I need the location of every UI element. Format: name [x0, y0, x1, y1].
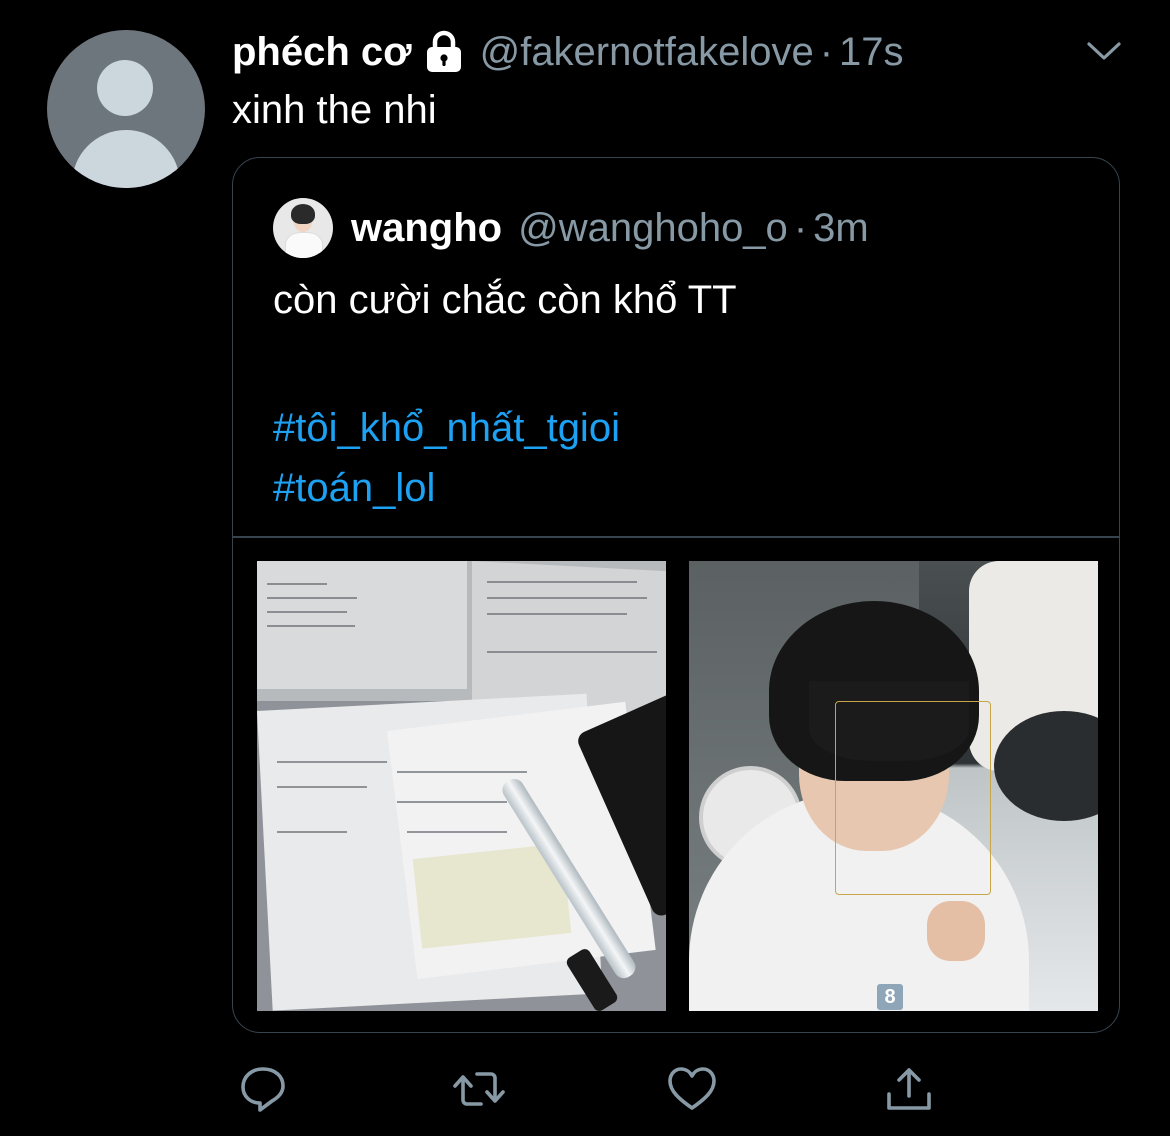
user-handle[interactable]: @fakernotfakelove [480, 30, 814, 75]
media-photo-study-desk[interactable] [257, 561, 666, 1011]
photo-badge: 8 [877, 984, 903, 1010]
text-line [487, 581, 637, 583]
text-line [267, 611, 347, 613]
lock-icon [424, 30, 464, 74]
quoted-display-name[interactable]: wangho [351, 206, 502, 251]
handwriting-line [407, 831, 507, 833]
separator-dot: · [819, 29, 834, 74]
tweet-timestamp[interactable]: 17s [839, 30, 904, 75]
handwriting-line [397, 801, 507, 803]
tweet-text: xinh the nhi [232, 88, 437, 132]
quoted-tweet-header: wangho @wanghoho_o · 3m [351, 198, 869, 258]
quoted-tweet-text: còn cười chắc còn khổ TT [273, 278, 737, 322]
reply-icon[interactable] [236, 1062, 290, 1116]
retweet-icon[interactable] [452, 1062, 506, 1116]
quoted-tweet-timestamp[interactable]: 3m [813, 206, 869, 251]
media-divider [233, 536, 1119, 538]
text-line [267, 625, 355, 627]
like-icon[interactable] [665, 1062, 719, 1116]
chevron-down-icon[interactable] [1084, 34, 1124, 66]
text-line [267, 597, 357, 599]
separator-dot: · [793, 205, 808, 250]
quoted-user-avatar[interactable] [273, 198, 333, 258]
avatar-hair [291, 204, 315, 224]
avatar-head-silhouette [97, 60, 153, 116]
text-line [487, 597, 647, 599]
quoted-tweet-card[interactable]: wangho @wanghoho_o · 3m còn cười chắc cò… [232, 157, 1120, 1033]
handwriting-line [397, 771, 527, 773]
face-focus-box [835, 701, 991, 895]
text-line [267, 583, 327, 585]
quoted-user-handle[interactable]: @wanghoho_o [518, 206, 788, 251]
hand [927, 901, 985, 961]
user-avatar[interactable] [47, 30, 205, 188]
avatar-body-silhouette [72, 130, 180, 188]
avatar-shirt [285, 232, 323, 258]
hashtag-link[interactable]: #toán_lol [273, 466, 435, 511]
hashtag-link[interactable]: #tôi_khổ_nhất_tgioi [273, 406, 620, 451]
media-photo-selfie[interactable]: 8 [689, 561, 1098, 1011]
handwriting-line [277, 761, 387, 763]
handwriting-line [277, 786, 367, 788]
share-icon[interactable] [882, 1062, 936, 1116]
text-line [487, 613, 627, 615]
tweet-header: phéch cơ @fakernotfakelove · 17s [232, 24, 904, 80]
display-name[interactable]: phéch cơ [232, 30, 412, 75]
handwriting-line [277, 831, 347, 833]
text-line [487, 651, 657, 653]
